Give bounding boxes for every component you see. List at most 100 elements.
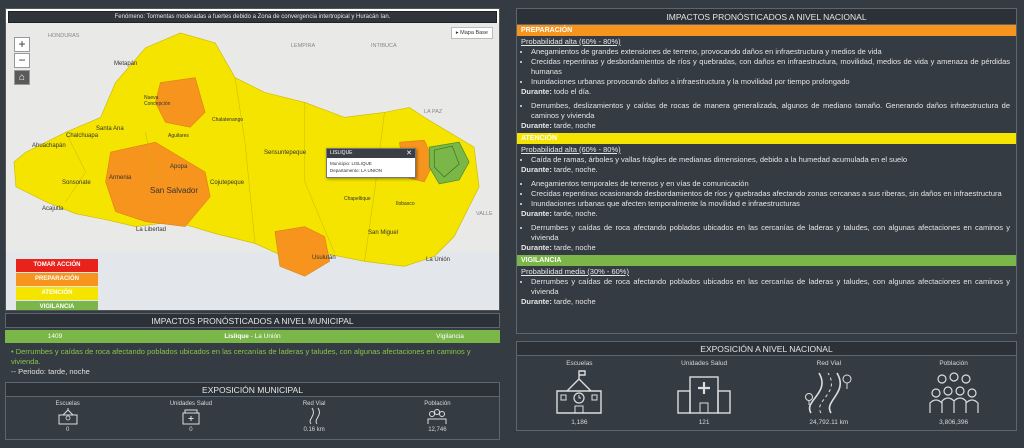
duration: Durante: todo el día. — [517, 87, 1016, 97]
duration-label: Durante: — [521, 121, 552, 130]
exposure-label: Población — [939, 360, 968, 367]
map-label: Ilobasco — [396, 201, 415, 207]
map-label: LEMPIRA — [291, 43, 316, 49]
duration: Durante: tarde, noche. — [517, 209, 1016, 219]
impact-item: Inundaciones urbanas que afecten tempora… — [531, 199, 1010, 209]
legend-tomar-accion: TOMAR ACCIÓN — [16, 259, 98, 272]
impact-item: Inundaciones urbanas provocando daños a … — [531, 77, 1010, 87]
map-label: Cojutepeque — [210, 180, 245, 186]
legend-preparacion: PREPARACIÓN — [16, 273, 98, 286]
municipal-level: Vigilancia — [436, 333, 464, 340]
national-exposure-title: EXPOSICIÓN A NIVEL NACIONAL — [517, 342, 1016, 356]
map-label: VALLE — [476, 211, 493, 217]
level-atencion: ATENCIÓN — [517, 133, 1016, 144]
national-impacts-panel: IMPACTOS PRONÓSTICADOS A NIVEL NACIONAL … — [516, 8, 1017, 334]
road-icon — [253, 407, 376, 427]
school-icon — [6, 407, 129, 427]
municipal-impact: • Derrumbes y caídas de roca afectando p… — [11, 347, 471, 366]
impact-item: Caída de ramas, árboles y vallas frágile… — [531, 155, 1010, 165]
popup-departamento: Departamento: LA UNION — [330, 167, 383, 173]
map-label: LA PAZ — [424, 109, 443, 115]
map-label: Usulután — [312, 255, 336, 261]
duration: Durante: tarde, noche — [517, 121, 1016, 131]
duration: Durante: tarde, noche — [517, 297, 1016, 307]
map-label: Santa Ana — [96, 126, 124, 132]
preparacion-list-2: Derrumbes, deslizamientos y caídas de ro… — [517, 101, 1016, 121]
impact-item: Crecidas repentinas y desbordamientos de… — [531, 57, 1010, 77]
map-label: HONDURAS — [48, 33, 80, 39]
map-panel: Fenómeno: Tormentas moderadas a fuertes … — [5, 8, 500, 311]
municipal-title: IMPACTOS PRONÓSTICADOS A NIVEL MUNICIPAL — [5, 313, 500, 328]
map-label: Nueva Concepción — [144, 95, 171, 107]
municipal-code: 1409 — [47, 333, 63, 340]
duration-label: Durante: — [521, 165, 552, 174]
zoom-in-button[interactable]: + — [14, 37, 30, 52]
exposure-population: Población 12,746 — [376, 397, 499, 433]
exposure-value: 1,186 — [571, 419, 588, 426]
map-label: La Unión — [426, 257, 451, 263]
level-vigilancia: VIGILANCIA — [517, 255, 1016, 266]
hospital-icon — [129, 407, 252, 427]
duration-value: tarde, noche — [551, 121, 596, 130]
vigilancia-list-1: Derrumbes y caídas de roca afectando pob… — [517, 277, 1016, 297]
duration-value: tarde, noche. — [551, 165, 598, 174]
popup-title: LISLIQUE — [330, 150, 353, 156]
basemap-button[interactable]: ▸ Mapa Base — [450, 27, 493, 39]
impact-item: Crecidas repentinas ocasionando desborda… — [531, 189, 1010, 199]
close-icon[interactable]: ✕ — [406, 149, 412, 158]
municipal-exposure-panel: EXPOSICIÓN MUNICIPAL Escuelas 0 Unidades… — [5, 382, 500, 440]
municipal-name-wrap: Lislique - La Unión — [105, 333, 400, 340]
municipal-impact-text: Derrumbes y caídas de roca afectando pob… — [11, 347, 471, 366]
exposure-value: 0 — [189, 427, 193, 433]
map-label: Sensuntepeque — [264, 150, 307, 156]
impact-item: Derrumbes, deslizamientos y caídas de ro… — [531, 101, 1010, 121]
exposure-value: 0.16 km — [303, 427, 325, 433]
duration-value: tarde, noche — [551, 297, 596, 306]
exposure-label: Unidades Salud — [681, 360, 728, 367]
municipal-name: Lislique — [224, 333, 249, 340]
duration: Durante: tarde, noche — [517, 243, 1016, 253]
municipal-row: 1409 Lislique - La Unión Vigilancia — [5, 330, 500, 343]
impact-item: Derrumbes y caídas de roca afectando pob… — [531, 223, 1010, 243]
level-preparacion: PREPARACIÓN — [517, 25, 1016, 36]
school-icon — [517, 369, 642, 417]
duration-label: Durante: — [521, 209, 552, 218]
municipal-period: -- Periodo: tarde, noche — [11, 367, 90, 376]
duration-label: Durante: — [521, 243, 552, 252]
map-label: San Miguel — [368, 230, 399, 236]
map-label: Chalchuapa — [66, 133, 99, 139]
atencion-list-2: Anegamientos temporales de terrenos y en… — [517, 179, 1016, 209]
map-label: Chapeltique — [344, 196, 371, 202]
duration-value: tarde, noche. — [551, 209, 598, 218]
impact-item: Anegamientos de grandes extensiones de t… — [531, 47, 1010, 57]
prob-preparacion: Probabilidad alta (60% - 80%) — [521, 37, 621, 46]
map-label: Acajutla — [42, 206, 64, 212]
duration-label: Durante: — [521, 297, 552, 306]
map-label: La Libertad — [136, 227, 167, 233]
exposure-label: Red Vial — [816, 360, 842, 367]
exposure-value: 0 — [65, 427, 70, 433]
municipal-exposure-title: EXPOSICIÓN MUNICIPAL — [6, 383, 499, 397]
municipal-department: - La Unión — [248, 333, 281, 340]
exposure-population: Población 3,806,396 — [891, 356, 1016, 426]
exposure-health-units: Unidades Salud 121 — [642, 356, 767, 426]
popup-header: LISLIQUE ✕ — [327, 149, 415, 158]
exposure-road-network: Red Vial 24,792.11 km — [767, 356, 892, 426]
zoom-out-button[interactable]: − — [14, 53, 30, 68]
exposure-label: Escuelas — [566, 360, 593, 367]
phenomenon-banner: Fenómeno: Tormentas moderadas a fuertes … — [8, 11, 497, 23]
exposure-value: 24,792.11 km — [809, 419, 849, 426]
map-label: San Salvador — [150, 186, 199, 195]
municipality-popup: LISLIQUE ✕ Municipio: LISLIQUE Departame… — [326, 148, 416, 178]
exposure-value: 12,746 — [428, 427, 447, 433]
map-label: Sonsonate — [62, 180, 91, 186]
impact-item: Derrumbes y caídas de roca afectando pob… — [531, 277, 1010, 297]
prob-vigilancia: Probabilidad media (30% - 60%) — [521, 267, 629, 276]
atencion-list-3: Derrumbes y caídas de roca afectando pob… — [517, 223, 1016, 243]
legend-atencion: ATENCIÓN — [16, 287, 98, 300]
legend-vigilancia: VIGILANCIA — [16, 301, 98, 310]
basemap-label: Mapa Base — [460, 30, 488, 36]
prob-atencion: Probabilidad alta (60% - 80%) — [521, 145, 621, 154]
home-icon[interactable]: ⌂ — [14, 70, 30, 85]
preparacion-list-1: Anegamientos de grandes extensiones de t… — [517, 47, 1016, 87]
